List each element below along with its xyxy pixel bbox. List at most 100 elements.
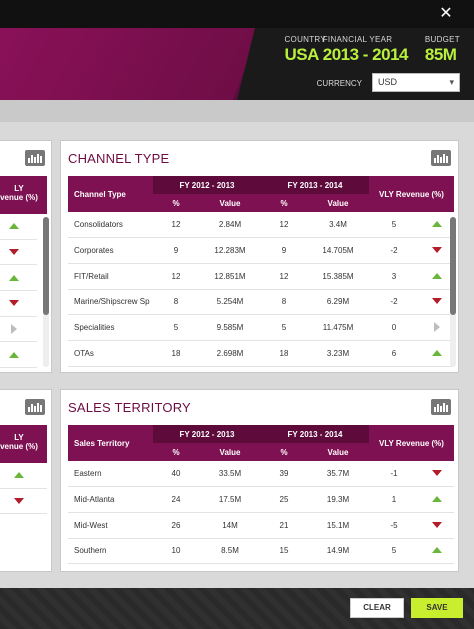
cell-name: Mid-West [68,512,153,539]
table-row[interactable]: Specialities 5 9.585M 5 11.475M 0 [68,314,454,341]
trend-down-icon [9,249,19,256]
cell-v2: 14.9M [307,538,369,565]
cell-p1: 40 [153,461,199,488]
cell-v1: 14M [199,512,261,539]
channel-table: Channel Type FY 2012 - 2013 FY 2013 - 20… [68,176,454,367]
trend-up-icon [14,472,24,479]
cell-p1: 18 [153,340,199,367]
cell-trend [419,461,454,488]
column-header: VLY Revenue (%) [369,425,454,461]
trend-up-icon [9,351,19,358]
cell-p2: 12 [261,212,307,239]
currency-select[interactable]: USD ▾ [372,73,460,92]
cell-vly: 1 [369,486,419,513]
trend-down-icon [431,470,442,477]
column-header: % [153,443,199,461]
cell-p1: 26 [153,512,199,539]
cell-v1: 2.84M [199,212,261,239]
kpi-value: 85M [424,45,457,64]
cell-p1: 12 [153,263,199,290]
vly-header: LY venue (%) [0,425,47,463]
cell-trend [419,237,454,264]
currency-label: CURRENCY [316,79,362,88]
list-item [0,240,37,266]
scrollbar-thumb[interactable] [43,217,49,315]
column-header: Value [307,443,369,461]
vly-header: LY venue (%) [0,176,47,214]
cell-p1: 9 [153,237,199,264]
clear-button[interactable]: CLEAR [350,598,404,618]
chart-icon[interactable] [431,150,451,166]
column-header: FY 2012 - 2013 [153,425,261,443]
cell-v1: 2.698M [199,340,261,367]
cell-name: Consolidators [68,212,153,239]
column-header: % [261,443,307,461]
trend-up-icon [9,274,19,281]
cell-v1: 12.283M [199,237,261,264]
column-header: FY 2012 - 2013 [153,176,261,194]
chart-icon[interactable] [431,399,451,415]
kpi-label: COUNTRY [284,35,326,44]
kpi-country: COUNTRY USA [284,35,326,65]
chevron-down-icon: ▾ [449,77,454,87]
save-button[interactable]: SAVE [411,598,463,618]
cell-trend [419,212,454,239]
table-row[interactable]: Marine/Shipscrew Sp 8 5.254M 8 6.29M -2 [68,289,454,316]
close-icon[interactable]: ✕ [438,6,454,22]
cell-v2: 3.23M [307,340,369,367]
table-row[interactable]: Corporates 9 12.283M 9 14.705M -2 [68,237,454,264]
table-row[interactable]: Southern 10 8.5M 15 14.9M 5 [68,538,454,565]
list-item [0,291,37,317]
trend-down-icon [14,498,24,505]
chart-icon[interactable] [25,399,45,415]
trend-up-icon [431,272,442,279]
footer-bar: CLEAR SAVE [0,588,474,629]
cell-v2: 11.475M [307,314,369,341]
scrollbar-thumb[interactable] [450,217,456,315]
panel-title: CHANNEL TYPE [68,151,170,166]
cell-p1: 8 [153,289,199,316]
table-row[interactable]: OTAs 18 2.698M 18 3.23M 6 [68,340,454,367]
column-header: FY 2013 - 2014 [261,176,369,194]
trend-up-icon [431,496,442,503]
cell-p1: 12 [153,212,199,239]
cell-p2: 9 [261,237,307,264]
table-row[interactable]: FIT/Retail 12 12.851M 12 15.385M 3 [68,263,454,290]
chart-icon[interactable] [25,150,45,166]
list-item [0,463,47,489]
kpi-value: 2013 - 2014 [322,45,409,64]
scrollbar[interactable] [43,217,49,367]
cell-vly: -2 [369,289,419,316]
cell-v2: 3.4M [307,212,369,239]
top-bar: ✕ [0,0,474,28]
cell-v1: 17.5M [199,486,261,513]
cell-vly: -2 [369,237,419,264]
list-item [0,342,37,369]
table-row[interactable]: Consolidators 12 2.84M 12 3.4M 5 [68,212,454,239]
trend-down-icon [431,247,442,254]
cell-v2: 14.705M [307,237,369,264]
table-row[interactable]: Eastern 40 33.5M 39 35.7M -1 [68,461,454,488]
column-header: FY 2013 - 2014 [261,425,369,443]
table-row[interactable]: Mid-West 26 14M 21 15.1M -5 [68,512,454,539]
table-row[interactable]: Mid-Atlanta 24 17.5M 25 19.3M 1 [68,486,454,513]
scrollbar[interactable] [450,217,456,367]
cell-p2: 8 [261,289,307,316]
summary-header: COUNTRY USA FINANCIAL YEAR 2013 - 2014 B… [0,28,474,100]
cell-name: Southern [68,538,153,565]
cell-p2: 39 [261,461,307,488]
cell-p1: 10 [153,538,199,565]
column-header: VLY Revenue (%) [369,176,454,212]
cell-name: Mid-Atlanta [68,486,153,513]
cell-vly: 3 [369,263,419,290]
cell-vly: -1 [369,461,419,488]
cell-v2: 19.3M [307,486,369,513]
trend-down-icon [431,521,442,528]
list-item [0,214,37,240]
cell-p1: 24 [153,486,199,513]
trend-up-icon [431,221,442,228]
trend-down-icon [431,298,442,305]
trend-up-icon [9,223,19,230]
cell-vly: 5 [369,538,419,565]
column-header: Value [307,194,369,212]
